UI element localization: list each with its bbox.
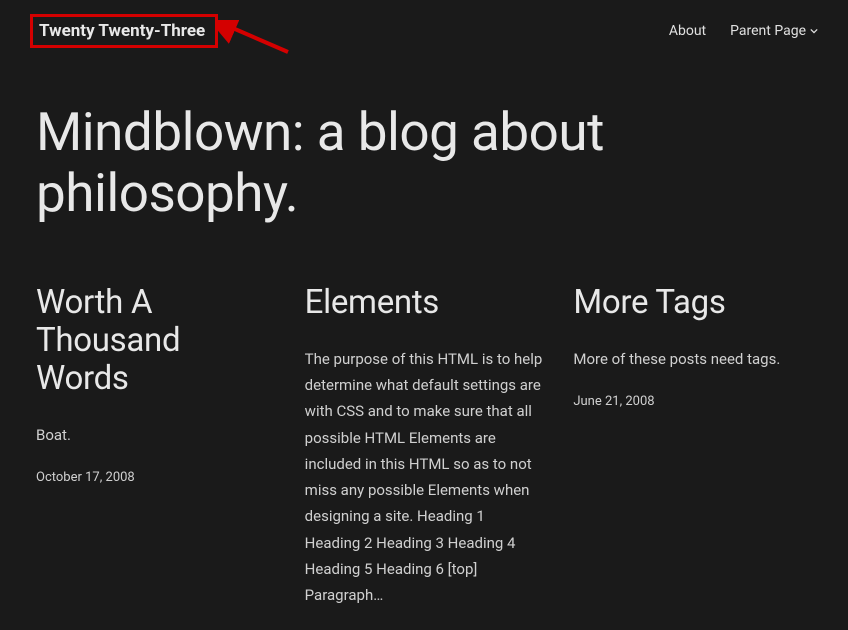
post-excerpt: More of these posts need tags. [573,346,812,372]
nav-item-parent-page[interactable]: Parent Page [730,23,818,39]
nav-item-parent-page-label: Parent Page [730,23,806,39]
post-item: More Tags More of these posts need tags.… [573,284,812,630]
post-excerpt: Boat. [36,422,275,448]
post-date: June 21, 2008 [573,394,812,409]
post-item: Elements The purpose of this HTML is to … [305,284,544,630]
post-title[interactable]: Worth A Thousand Words [36,284,275,398]
post-date: October 17, 2008 [36,470,275,485]
post-excerpt: The purpose of this HTML is to help dete… [305,346,544,609]
posts-grid: Worth A Thousand Words Boat. October 17,… [0,244,848,630]
nav-item-about[interactable]: About [669,23,706,39]
post-item: Worth A Thousand Words Boat. October 17,… [36,284,275,630]
page-title: Mindblown: a blog about philosophy. [0,62,848,244]
site-title-highlight-box: Twenty Twenty-Three [30,14,218,48]
post-title[interactable]: Elements [305,284,544,322]
site-title[interactable]: Twenty Twenty-Three [39,21,205,41]
primary-nav: About Parent Page [669,23,818,39]
site-header: Twenty Twenty-Three About Parent Page [0,0,848,62]
chevron-down-icon [810,27,818,35]
post-title[interactable]: More Tags [573,284,812,322]
